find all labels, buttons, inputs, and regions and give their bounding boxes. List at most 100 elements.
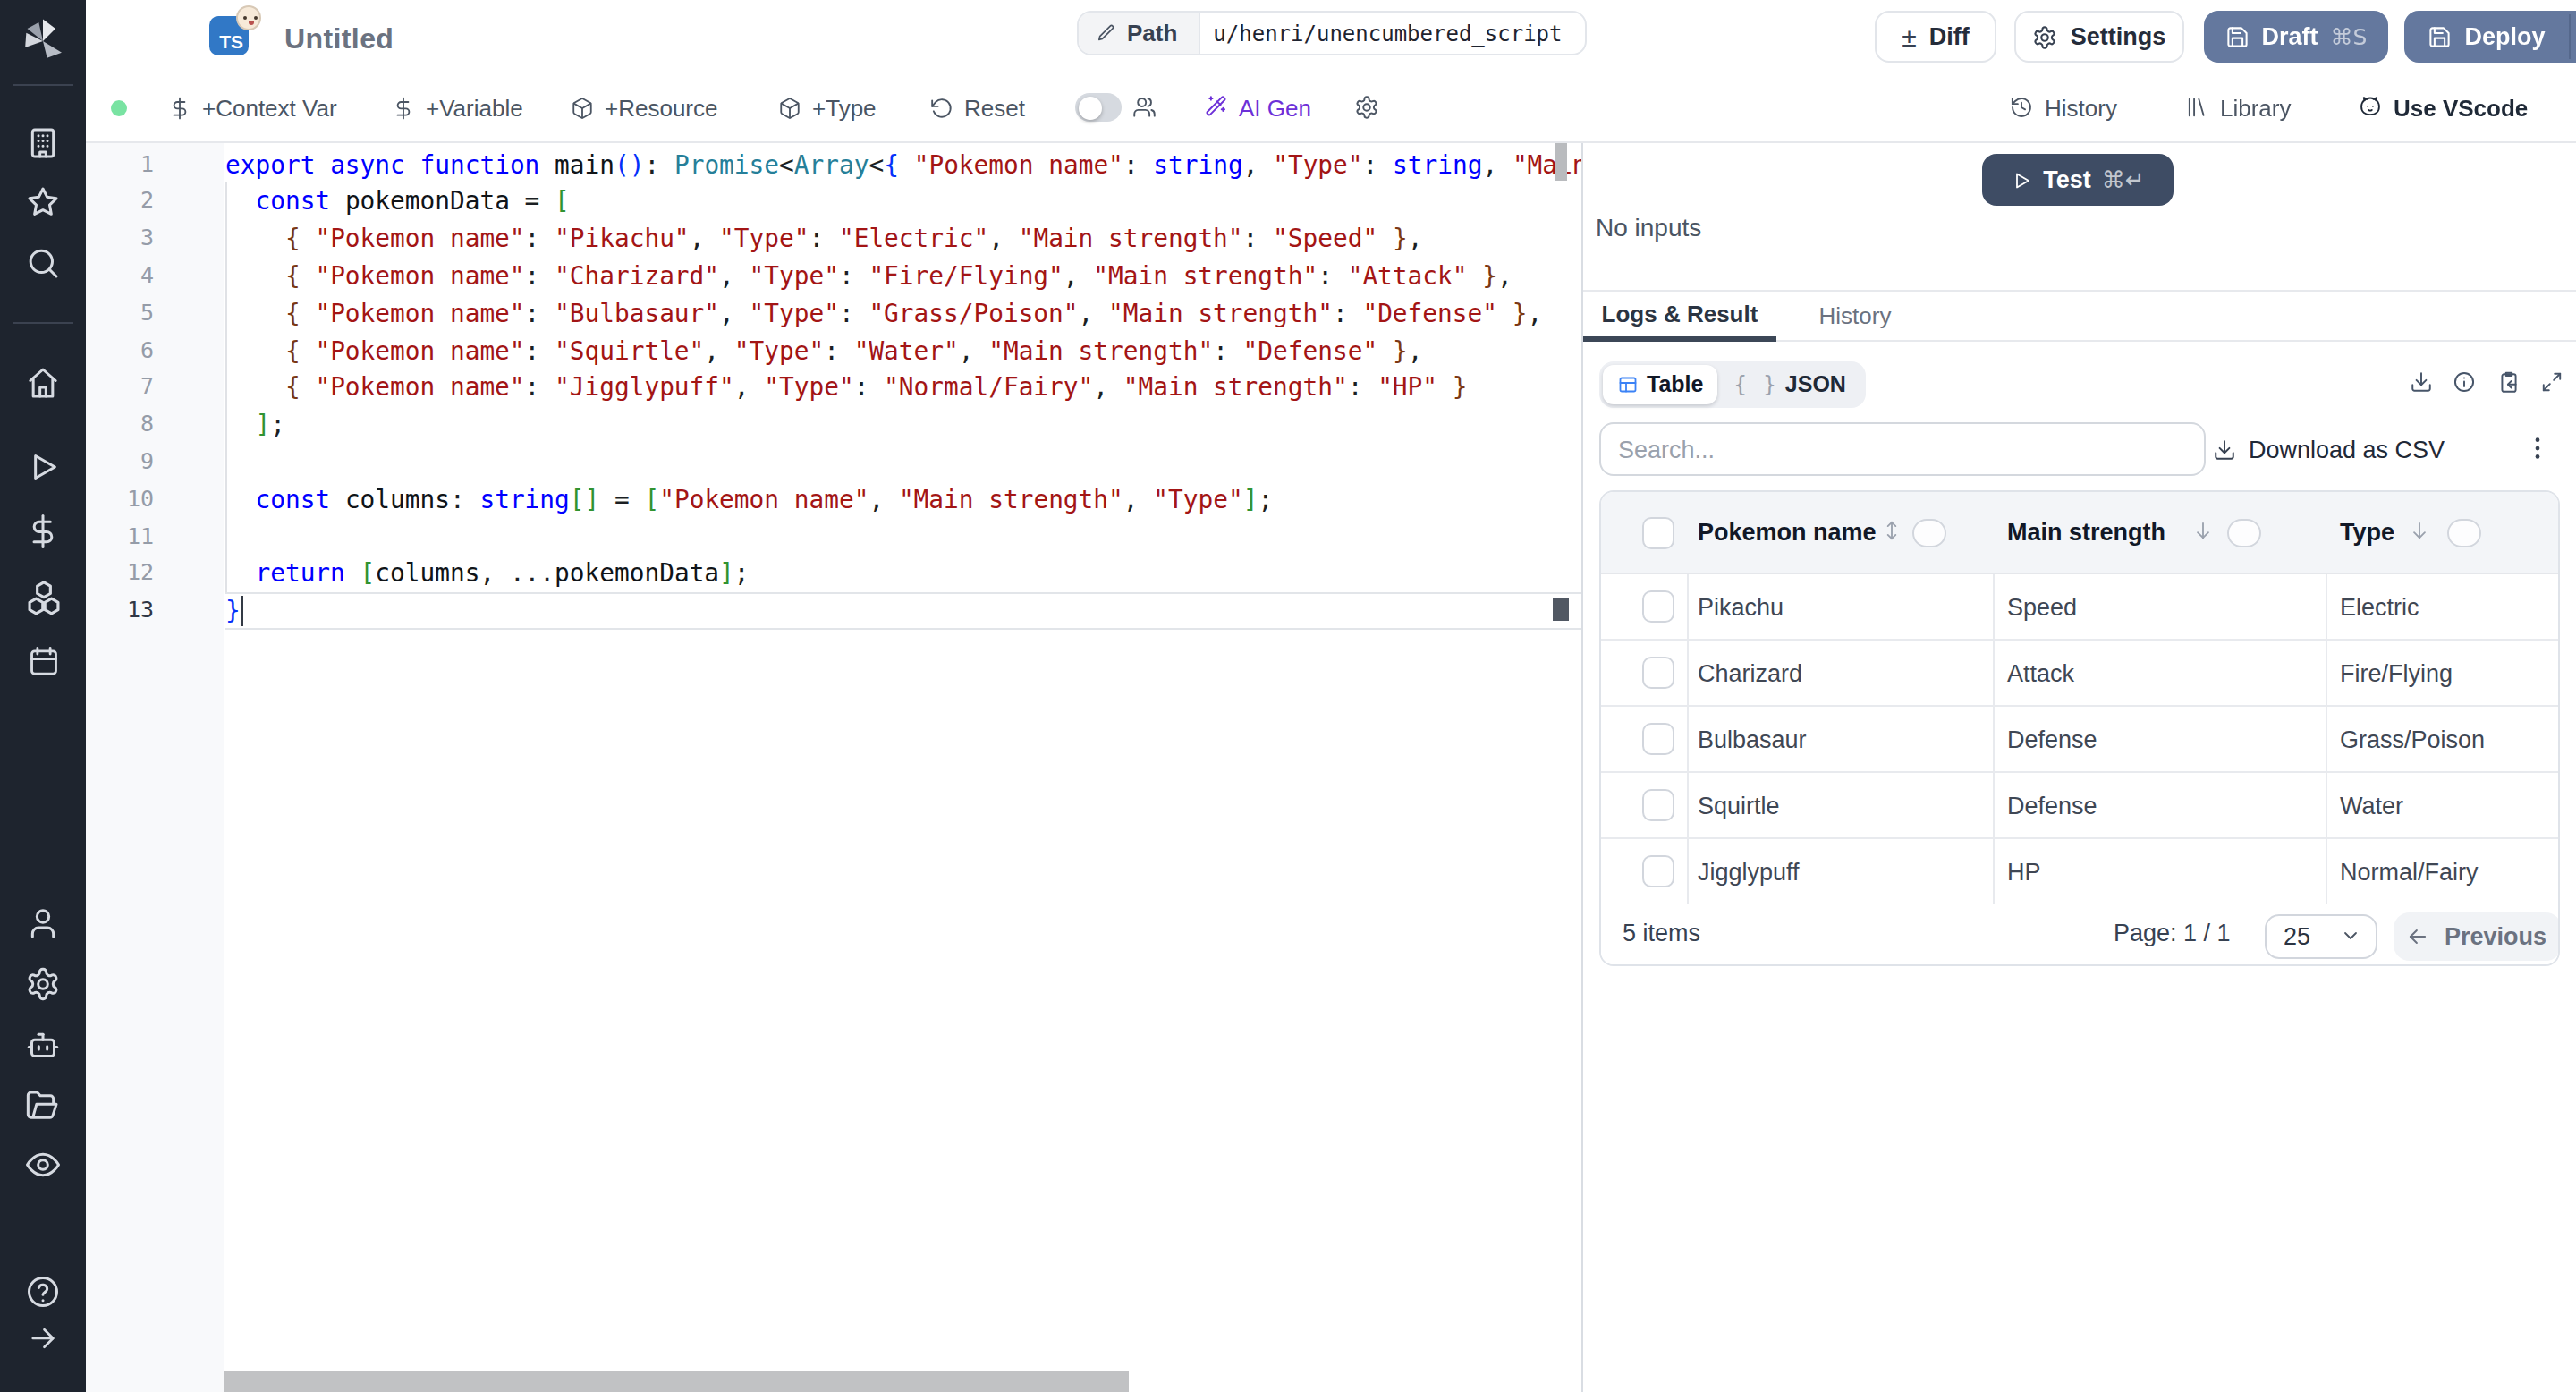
question-icon[interactable] <box>0 1274 86 1310</box>
code-line[interactable]: 9 <box>86 444 1581 481</box>
row-checkbox[interactable] <box>1642 657 1674 689</box>
test-button[interactable]: Test ⌘↵ <box>1982 154 2174 206</box>
row-checkbox[interactable] <box>1642 855 1674 887</box>
column-toggle[interactable] <box>2227 519 2261 547</box>
toolbar-resource-button[interactable]: +Resource <box>571 73 717 141</box>
sort-updown-icon[interactable] <box>1879 519 1902 542</box>
calendar-icon[interactable] <box>0 643 86 677</box>
robot-icon[interactable] <box>0 1027 86 1063</box>
cell-type: Water <box>2340 773 2403 837</box>
draft-button[interactable]: Draft ⌘S <box>2204 11 2388 63</box>
page-size-select[interactable]: 25 <box>2264 913 2377 958</box>
table-row[interactable]: JigglypuffHPNormal/Fairy <box>1600 839 2557 905</box>
code-line[interactable]: 6 { "Pokemon name": "Squirtle", "Type": … <box>86 332 1581 369</box>
eye-icon[interactable] <box>0 1147 86 1183</box>
clipboard-icon[interactable] <box>2497 370 2521 394</box>
download-icon[interactable] <box>2410 370 2433 394</box>
person-icon[interactable] <box>0 905 86 941</box>
kebab-menu-button[interactable] <box>2524 435 2551 462</box>
line-number: 13 <box>86 592 154 630</box>
code-line[interactable]: 8 ]; <box>86 406 1581 444</box>
reset-icon <box>930 96 953 119</box>
code-line[interactable]: 5 { "Pokemon name": "Bulbasaur", "Type":… <box>86 295 1581 333</box>
path-value[interactable]: u/henri/unencumbered_script <box>1200 21 1562 46</box>
table-row[interactable]: BulbasaurDefenseGrass/Poison <box>1600 707 2557 773</box>
code-line[interactable]: 7 { "Pokemon name": "Jigglypuff", "Type"… <box>86 369 1581 407</box>
gear-icon <box>1354 95 1379 120</box>
save-icon <box>2428 25 2452 49</box>
previous-page-button[interactable]: Previous <box>2393 912 2559 960</box>
cell-strength: Attack <box>2007 641 2074 705</box>
row-checkbox[interactable] <box>1642 723 1674 755</box>
tab-history[interactable]: History <box>1784 291 1927 341</box>
dollar-icon[interactable] <box>0 514 86 549</box>
column-toggle[interactable] <box>1912 519 1946 547</box>
column-toggle[interactable] <box>2447 519 2481 547</box>
cell-type: Grass/Poison <box>2340 707 2485 771</box>
expand-icon[interactable] <box>2540 370 2563 394</box>
play-icon <box>2011 169 2032 191</box>
tab-logs-result[interactable]: Logs & Result <box>1583 291 1776 341</box>
page-label: Page: 1 / 1 <box>2114 919 2231 946</box>
column-header[interactable]: Pokemon name <box>1698 519 1877 546</box>
toolbar-history-button[interactable]: History <box>2009 73 2117 141</box>
code-line[interactable]: 11 <box>86 518 1581 556</box>
toolbar-reset-button[interactable]: Reset <box>930 73 1025 141</box>
arrow-right-icon[interactable] <box>0 1322 86 1354</box>
play-icon[interactable] <box>0 449 86 485</box>
column-divider <box>2326 641 2327 705</box>
deploy-button[interactable]: Deploy <box>2404 11 2576 63</box>
ai-toggle[interactable] <box>1075 93 1122 122</box>
view-json-button[interactable]: { } JSON <box>1717 372 1861 397</box>
star-icon[interactable] <box>0 184 86 220</box>
column-divider <box>1687 773 1689 837</box>
code-line[interactable]: 4 { "Pokemon name": "Charizard", "Type":… <box>86 258 1581 295</box>
gear-icon[interactable] <box>0 966 86 1002</box>
column-header[interactable]: Main strength <box>2007 519 2165 546</box>
code-editor[interactable]: 1export async function main(): Promise<A… <box>86 143 1581 1392</box>
toolbar-use-vscode-button[interactable]: Use VScode <box>2358 73 2528 141</box>
editor-settings-button[interactable] <box>1354 73 1379 141</box>
table-row[interactable]: SquirtleDefenseWater <box>1600 773 2557 839</box>
view-table-button[interactable]: Table <box>1602 365 1717 404</box>
sort-down-icon[interactable] <box>2190 519 2214 542</box>
search-input[interactable] <box>1598 422 2205 476</box>
code-line[interactable]: 2 const pokemonData = [ <box>86 183 1581 221</box>
diff-button[interactable]: ± Diff <box>1875 11 1996 63</box>
box-icon <box>778 96 801 119</box>
code-line[interactable]: 3 { "Pokemon name": "Pikachu", "Type": "… <box>86 220 1581 258</box>
toolbar-variable-button[interactable]: +Variable <box>392 73 523 141</box>
info-icon[interactable] <box>2453 370 2476 394</box>
toolbar-contextvar-button[interactable]: +Context Var <box>168 73 337 141</box>
code-line[interactable]: 12 return [columns, ...pokemonData]; <box>86 556 1581 593</box>
settings-button[interactable]: Settings <box>2014 11 2184 63</box>
code-line[interactable]: 10 const columns: string[] = ["Pokemon n… <box>86 481 1581 519</box>
column-divider <box>2326 707 2327 771</box>
toolbar-type-button[interactable]: +Type <box>778 73 877 141</box>
line-number: 9 <box>86 444 154 481</box>
toolbar-library-button[interactable]: Library <box>2184 73 2292 141</box>
windmill-logo[interactable] <box>0 16 86 66</box>
folder-icon[interactable] <box>0 1087 86 1123</box>
cubes-icon[interactable] <box>0 577 86 615</box>
ai-gen-button[interactable]: AI Gen <box>1204 73 1311 141</box>
home-icon[interactable] <box>0 365 86 401</box>
code-text: { "Pokemon name": "Squirtle", "Type": "W… <box>225 332 1422 369</box>
users-icon[interactable] <box>1132 73 1157 141</box>
select-all-checkbox[interactable] <box>1642 517 1674 549</box>
row-checkbox[interactable] <box>1642 590 1674 623</box>
table-row[interactable]: CharizardAttackFire/Flying <box>1600 641 2557 707</box>
building-icon[interactable] <box>0 124 86 160</box>
search-icon[interactable] <box>0 244 86 280</box>
download-csv-button[interactable]: Download as CSV <box>2213 437 2445 463</box>
editor-vertical-scrollbar[interactable] <box>1555 143 1567 181</box>
column-header[interactable]: Type <box>2340 519 2394 546</box>
diff-icon: ± <box>1902 21 1916 52</box>
code-line[interactable]: 1export async function main(): Promise<A… <box>86 146 1581 183</box>
row-checkbox[interactable] <box>1642 789 1674 821</box>
editor-horizontal-scrollbar[interactable] <box>224 1370 1129 1392</box>
script-title[interactable]: Untitled <box>284 23 394 55</box>
table-row[interactable]: PikachuSpeedElectric <box>1600 574 2557 641</box>
path-field[interactable]: Path u/henri/unencumbered_script <box>1077 11 1587 55</box>
sort-down-icon[interactable] <box>2407 519 2430 542</box>
